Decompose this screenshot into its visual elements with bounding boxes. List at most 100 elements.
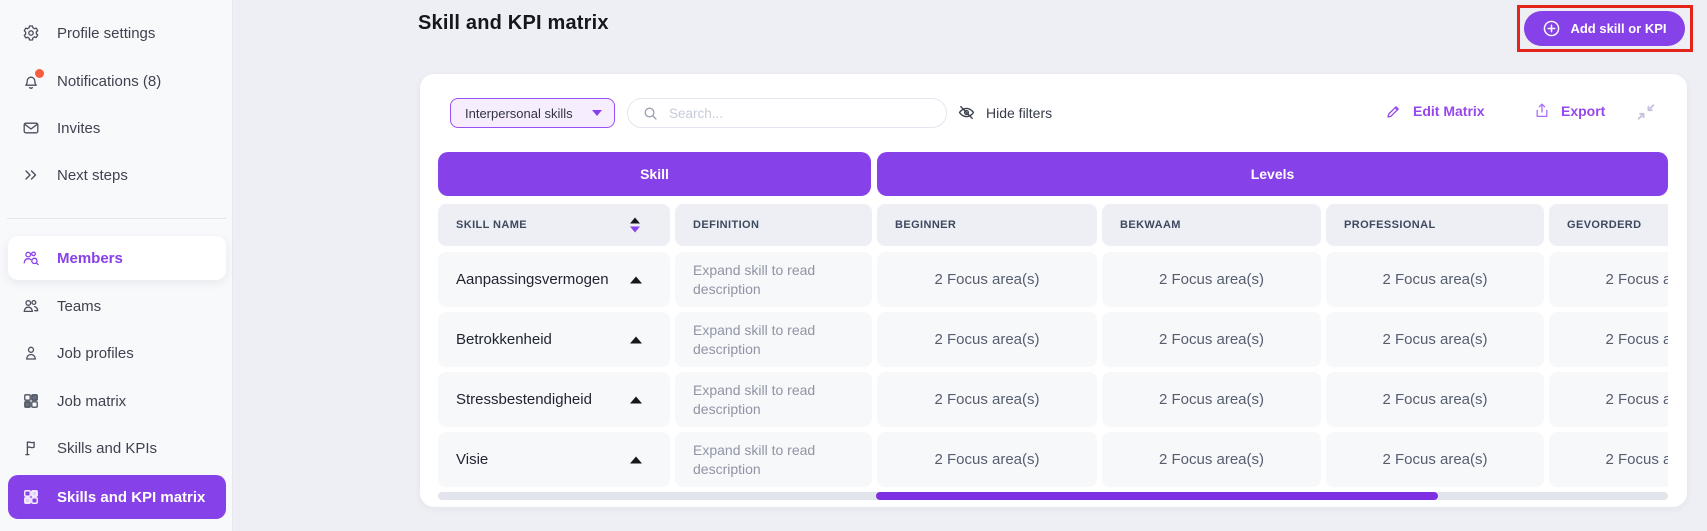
edit-matrix-label: Edit Matrix [1413, 103, 1485, 119]
search-icon [642, 105, 659, 122]
eye-off-icon [957, 103, 976, 122]
sidebar-item-members[interactable]: Members [8, 236, 226, 280]
collapse-row-icon[interactable] [630, 336, 642, 343]
column-header-skill-name: SKILL NAME [438, 204, 670, 246]
sidebar-item-notifications[interactable]: Notifications (8) [8, 59, 226, 103]
level-cell-bekwaam: 2 Focus area(s) [1102, 432, 1321, 487]
add-skill-or-kpi-button[interactable]: Add skill or KPI [1524, 11, 1685, 46]
level-cell-gevorderd: 2 Focus area(s) [1549, 312, 1668, 367]
sort-toggle[interactable] [630, 218, 640, 233]
skill-name: Stressbestendigheid [456, 391, 592, 408]
skill-name-cell[interactable]: Betrokkenheid [438, 312, 670, 367]
matrix-table: Skill Levels SKILL NAME DEFINITION BEGIN… [438, 152, 1668, 502]
level-cell-gevorderd: 2 Focus area(s) [1549, 432, 1668, 487]
notification-dot [35, 69, 44, 78]
sidebar-item-label: Teams [57, 298, 101, 315]
sidebar-item-label: Next steps [57, 167, 128, 184]
add-button-label: Add skill or KPI [1570, 21, 1666, 36]
plus-circle-icon [1542, 19, 1561, 38]
group-header-skill: Skill [438, 152, 871, 196]
sidebar-divider [7, 218, 226, 219]
column-header-professional: PROFESSIONAL [1326, 204, 1544, 246]
collapse-view-icon[interactable] [1635, 101, 1657, 123]
double-chevron-icon [22, 166, 40, 184]
level-cell-gevorderd: 2 Focus area(s) [1549, 372, 1668, 427]
people-icon [22, 297, 40, 315]
skill-name: Betrokkenheid [456, 331, 552, 348]
sidebar-item-skills-and-kpi-matrix[interactable]: Skills and KPI matrix [8, 475, 226, 519]
level-cell-gevorderd: 2 Focus area(s) [1549, 252, 1668, 307]
sidebar-item-invites[interactable]: Invites [8, 106, 226, 150]
matrix-card: Interpersonal skills Hide filters [420, 74, 1687, 507]
sidebar-item-label: Job matrix [57, 393, 126, 410]
skill-name: Aanpassingsvermogen [456, 271, 609, 288]
sidebar-item-label: Skills and KPI matrix [57, 489, 205, 506]
skill-name-cell[interactable]: Visie [438, 432, 670, 487]
level-cell-professional: 2 Focus area(s) [1326, 432, 1544, 487]
app-window: Profile settings Notifications (8) Invit… [0, 0, 1707, 531]
sidebar: Profile settings Notifications (8) Invit… [0, 0, 233, 531]
pencil-icon [1385, 102, 1403, 120]
grid-icon [22, 488, 40, 506]
sort-desc-icon [630, 227, 640, 233]
search-box [627, 98, 947, 128]
definition-cell: Expand skill to read description [675, 432, 872, 487]
sidebar-item-skills-and-kpis[interactable]: Skills and KPIs [8, 426, 226, 470]
column-header-beginner: BEGINNER [877, 204, 1097, 246]
table-row: Visie Expand skill to read description 2… [438, 432, 1668, 487]
sidebar-item-job-profiles[interactable]: Job profiles [8, 331, 226, 375]
skill-name: Visie [456, 451, 488, 468]
sidebar-item-label: Notifications (8) [57, 73, 161, 90]
column-header-gevorderd: GEVORDERD [1549, 204, 1668, 246]
level-cell-professional: 2 Focus area(s) [1326, 372, 1544, 427]
group-header-levels: Levels [877, 152, 1668, 196]
export-button[interactable]: Export [1533, 102, 1605, 120]
sidebar-item-next-steps[interactable]: Next steps [8, 153, 226, 197]
collapse-row-icon[interactable] [630, 396, 642, 403]
sidebar-item-job-matrix[interactable]: Job matrix [8, 379, 226, 423]
horizontal-scrollbar[interactable] [438, 492, 1668, 500]
skill-name-cell[interactable]: Aanpassingsvermogen [438, 252, 670, 307]
level-cell-professional: 2 Focus area(s) [1326, 312, 1544, 367]
flag-icon [22, 439, 40, 457]
column-header-bekwaam: BEKWAAM [1102, 204, 1321, 246]
skill-category-dropdown[interactable]: Interpersonal skills [450, 98, 615, 128]
level-cell-bekwaam: 2 Focus area(s) [1102, 372, 1321, 427]
sidebar-item-label: Job profiles [57, 345, 134, 362]
sidebar-item-label: Profile settings [57, 25, 155, 42]
grid-icon [22, 392, 40, 410]
person-icon [22, 344, 40, 362]
definition-cell: Expand skill to read description [675, 372, 872, 427]
level-cell-beginner: 2 Focus area(s) [877, 252, 1097, 307]
skill-name-cell[interactable]: Stressbestendigheid [438, 372, 670, 427]
collapse-row-icon[interactable] [630, 276, 642, 283]
sidebar-item-label: Skills and KPIs [57, 440, 157, 457]
horizontal-scrollbar-thumb[interactable] [876, 492, 1438, 500]
level-cell-beginner: 2 Focus area(s) [877, 372, 1097, 427]
level-cell-professional: 2 Focus area(s) [1326, 252, 1544, 307]
definition-cell: Expand skill to read description [675, 252, 872, 307]
people-search-icon [22, 249, 40, 267]
search-input[interactable] [669, 106, 932, 121]
envelope-icon [22, 119, 40, 137]
gear-icon [22, 24, 40, 42]
level-cell-bekwaam: 2 Focus area(s) [1102, 312, 1321, 367]
table-row: Stressbestendigheid Expand skill to read… [438, 372, 1668, 427]
hide-filters-button[interactable]: Hide filters [957, 103, 1052, 122]
table-row: Aanpassingsvermogen Expand skill to read… [438, 252, 1668, 307]
sidebar-item-profile-settings[interactable]: Profile settings [8, 11, 226, 55]
sort-asc-icon [630, 218, 640, 224]
edit-matrix-button[interactable]: Edit Matrix [1385, 102, 1485, 120]
export-label: Export [1561, 103, 1605, 119]
page-title: Skill and KPI matrix [418, 12, 609, 35]
level-cell-beginner: 2 Focus area(s) [877, 432, 1097, 487]
column-header-definition: DEFINITION [675, 204, 872, 246]
collapse-row-icon[interactable] [630, 456, 642, 463]
sidebar-item-label: Members [57, 250, 123, 267]
hide-filters-label: Hide filters [986, 105, 1052, 121]
bell-icon [22, 72, 40, 90]
export-icon [1533, 102, 1551, 120]
chevron-down-icon [592, 110, 602, 116]
dropdown-selected-value: Interpersonal skills [465, 106, 573, 121]
sidebar-item-teams[interactable]: Teams [8, 284, 226, 328]
